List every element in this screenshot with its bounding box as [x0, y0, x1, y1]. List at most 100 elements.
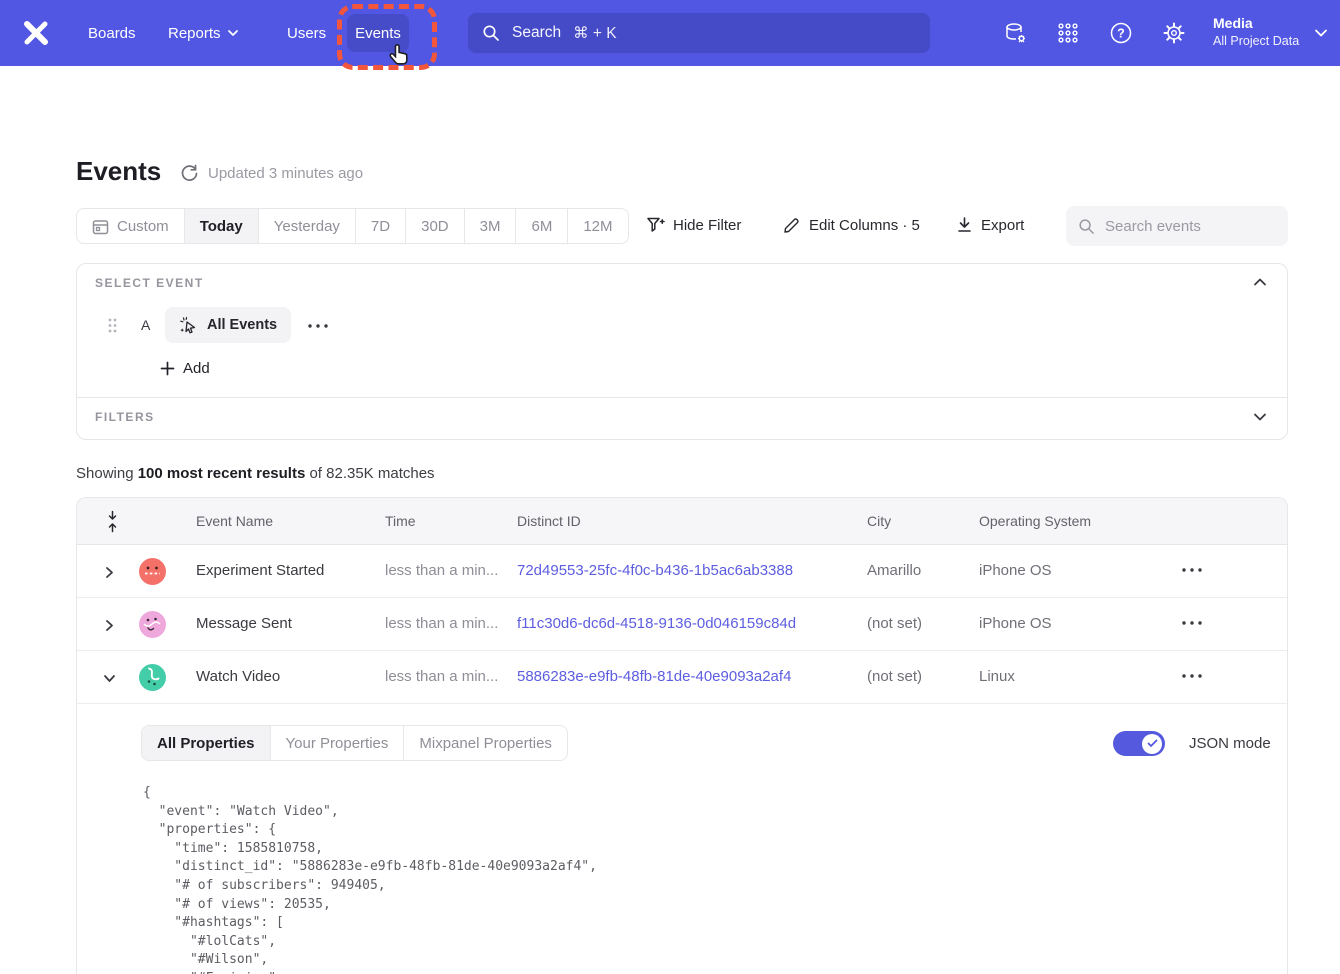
properties-tabs: All Properties Your Properties Mixpanel …	[141, 725, 568, 761]
cell-city: (not set)	[867, 668, 922, 685]
tab-all-properties[interactable]: All Properties	[142, 726, 271, 760]
date-range-label: Custom	[117, 218, 169, 235]
cell-distinct-id-link[interactable]: 5886283e-e9fb-48fb-81de-40e9093a2af4	[517, 668, 791, 685]
event-selector-pill[interactable]: All Events	[165, 307, 291, 343]
nav-item-label: Boards	[88, 25, 136, 42]
collapse-all-icon[interactable]	[105, 510, 120, 533]
nav-item-events-active[interactable]: Events	[347, 14, 409, 52]
date-range-control: Custom Today Yesterday 7D 30D 3M 6M 12M	[76, 208, 629, 244]
last-updated-text: Updated 3 minutes ago	[208, 165, 363, 182]
table-row[interactable]: Message Sent less than a min... f11c30d6…	[77, 598, 1287, 651]
cell-os: Linux	[979, 668, 1015, 685]
select-event-label: SELECT EVENT	[95, 276, 204, 290]
date-range-12m[interactable]: 12M	[568, 209, 627, 243]
row-more-icon[interactable]	[1181, 673, 1203, 679]
row-more-icon[interactable]	[1181, 620, 1203, 626]
cell-distinct-id-link[interactable]: f11c30d6-dc6d-4518-9136-0d046159c84d	[517, 615, 796, 632]
date-range-label: Today	[200, 218, 243, 235]
event-avatar	[139, 664, 166, 691]
query-builder-card: SELECT EVENT A All Events	[76, 263, 1288, 440]
apps-grid-icon[interactable]	[1056, 21, 1080, 45]
date-range-label: 12M	[583, 218, 612, 235]
project-scope: All Project Data	[1213, 33, 1299, 50]
nav-item-boards[interactable]: Boards	[88, 0, 136, 66]
edit-columns-button[interactable]: Edit Columns · 5	[783, 216, 920, 234]
col-header-os[interactable]: Operating System	[979, 513, 1091, 529]
cell-os: iPhone OS	[979, 562, 1052, 579]
date-range-3m[interactable]: 3M	[465, 209, 517, 243]
filters-label: FILTERS	[95, 410, 155, 424]
row-more-icon[interactable]	[1181, 567, 1203, 573]
all-events-icon	[179, 316, 198, 335]
summary-count: 100 most recent results	[138, 465, 306, 482]
export-button[interactable]: Export	[956, 216, 1024, 234]
cell-os: iPhone OS	[979, 615, 1052, 632]
cell-time: less than a min...	[385, 562, 498, 579]
search-events-input[interactable]	[1105, 218, 1265, 235]
summary-prefix: Showing	[76, 465, 134, 482]
global-search-input[interactable]: Search ⌘ + K	[468, 13, 930, 53]
data-management-icon[interactable]	[1004, 21, 1028, 45]
tab-label: Mixpanel Properties	[419, 735, 552, 752]
col-header-distinct-id[interactable]: Distinct ID	[517, 513, 581, 529]
refresh-icon[interactable]	[180, 164, 199, 183]
col-header-time[interactable]: Time	[385, 513, 416, 529]
col-header-city[interactable]: City	[867, 513, 891, 529]
collapse-row-icon[interactable]	[103, 674, 116, 683]
table-header: Event Name Time Distinct ID City Operati…	[77, 498, 1287, 545]
filter-icon	[646, 216, 665, 234]
nav-item-users[interactable]: Users	[287, 0, 326, 66]
settings-gear-icon[interactable]	[1162, 21, 1186, 45]
avatar-face	[139, 558, 166, 585]
date-range-label: 3M	[480, 218, 501, 235]
chevron-down-icon[interactable]	[1253, 412, 1267, 422]
event-more-icon[interactable]	[307, 323, 329, 329]
avatar-face	[139, 664, 166, 691]
events-page: Events Updated 3 minutes ago Custom Toda…	[0, 66, 1340, 974]
event-row-letter: A	[141, 317, 150, 333]
avatar-face	[139, 611, 166, 638]
help-icon[interactable]: ?	[1109, 21, 1133, 45]
table-search-box	[1066, 206, 1288, 246]
download-icon	[956, 216, 973, 234]
card-divider	[77, 397, 1287, 398]
chevron-up-icon[interactable]	[1253, 277, 1267, 287]
cell-city: (not set)	[867, 615, 922, 632]
plus-icon	[160, 361, 175, 376]
col-header-event-name[interactable]: Event Name	[196, 513, 273, 529]
expand-row-icon[interactable]	[105, 566, 114, 579]
search-placeholder: Search	[512, 24, 561, 42]
cell-event-name: Watch Video	[196, 668, 280, 685]
date-range-label: 30D	[421, 218, 449, 235]
chevron-down-icon[interactable]	[1314, 28, 1328, 38]
event-avatar	[139, 611, 166, 638]
date-range-30d[interactable]: 30D	[406, 209, 465, 243]
table-row-expanded[interactable]: Watch Video less than a min... 5886283e-…	[77, 651, 1287, 704]
date-range-6m[interactable]: 6M	[516, 209, 568, 243]
nav-item-reports[interactable]: Reports	[168, 0, 239, 66]
svg-text:?: ?	[1117, 27, 1125, 41]
json-mode-toggle[interactable]	[1113, 731, 1165, 756]
date-range-custom[interactable]: Custom	[77, 209, 185, 243]
date-range-today[interactable]: Today	[185, 209, 259, 243]
date-range-7d[interactable]: 7D	[356, 209, 406, 243]
search-icon	[1078, 218, 1095, 235]
drag-handle-icon[interactable]	[107, 317, 118, 334]
tab-your-properties[interactable]: Your Properties	[271, 726, 405, 760]
tab-label: Your Properties	[286, 735, 389, 752]
table-row[interactable]: Experiment Started less than a min... 72…	[77, 545, 1287, 598]
tab-mixpanel-properties[interactable]: Mixpanel Properties	[404, 726, 567, 760]
nav-item-label: Users	[287, 25, 326, 42]
results-summary: Showing 100 most recent results of 82.35…	[76, 465, 435, 482]
pencil-icon	[783, 216, 801, 234]
event-detail-panel: All Properties Your Properties Mixpanel …	[77, 704, 1287, 974]
mixpanel-logo[interactable]	[20, 17, 52, 49]
cell-distinct-id-link[interactable]: 72d49553-25fc-4f0c-b436-1b5ac6ab3388	[517, 562, 793, 579]
project-selector[interactable]: Media All Project Data	[1213, 14, 1299, 50]
add-event-button[interactable]: Add	[160, 360, 210, 377]
hide-filter-button[interactable]: Hide Filter	[646, 216, 741, 234]
event-avatar	[139, 558, 166, 585]
expand-row-icon[interactable]	[105, 619, 114, 632]
date-range-yesterday[interactable]: Yesterday	[259, 209, 356, 243]
summary-suffix: of 82.35K matches	[309, 465, 434, 482]
